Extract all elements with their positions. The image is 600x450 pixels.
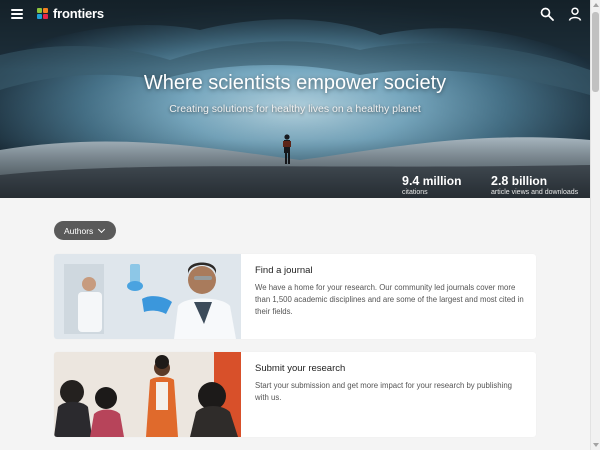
page-scrollbar[interactable] [590, 0, 600, 450]
authors-dropdown[interactable]: Authors [54, 221, 117, 240]
stat-unit: million [422, 174, 462, 188]
stat-value: 2.8 [491, 174, 509, 188]
stat-value: 9.4 [402, 174, 420, 188]
card-find-journal[interactable]: Find a journal We have a home for your r… [54, 254, 536, 339]
card-title: Find a journal [255, 265, 313, 276]
frontiers-logo-icon [37, 7, 49, 20]
search-icon[interactable] [540, 7, 554, 21]
chevron-down-icon [98, 225, 106, 233]
scroll-up-icon[interactable] [593, 3, 599, 7]
hero-subtitle: Creating solutions for healthy lives on … [169, 103, 421, 115]
card-title: Submit your research [255, 363, 346, 374]
hero-title: Where scientists empower society [143, 72, 447, 94]
frontiers-logo[interactable]: frontiers [37, 6, 104, 21]
stat-label: citations [402, 189, 428, 196]
stat-citations: 9.4 million citations [402, 174, 461, 196]
presentation-image [54, 352, 241, 437]
top-nav: frontiers [0, 0, 590, 30]
card-description: Start your submission and get more impac… [255, 381, 512, 402]
brand-name: frontiers [53, 6, 104, 21]
card-submit-research[interactable]: Submit your research Start your submissi… [54, 352, 536, 437]
hero-banner: frontiers Where scientists empower socie… [0, 0, 590, 198]
stat-unit: billion [511, 174, 548, 188]
menu-icon[interactable] [11, 9, 23, 19]
scroll-down-icon[interactable] [593, 443, 599, 447]
stat-label: article views and downloads [491, 189, 579, 196]
stat-views: 2.8 billion article views and downloads [491, 174, 578, 196]
scientist-lab-image [54, 254, 241, 339]
user-icon[interactable] [568, 7, 582, 21]
card-description: We have a home for your research. Our co… [255, 283, 524, 316]
scroll-thumb[interactable] [592, 12, 599, 92]
authors-label: Authors [64, 225, 94, 236]
